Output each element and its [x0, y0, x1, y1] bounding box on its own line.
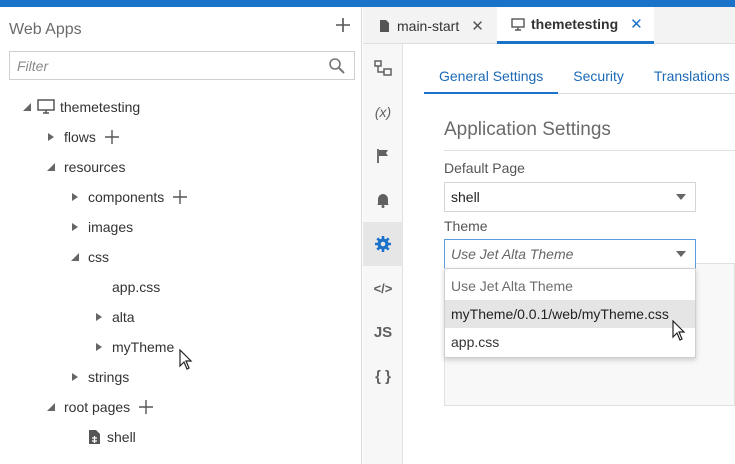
- tree-item-label: root pages: [64, 399, 131, 415]
- theme-select[interactable]: Use Jet Alta Theme: [444, 239, 696, 269]
- collapse-triangle-icon[interactable]: [22, 102, 32, 112]
- tab-translations[interactable]: Translations: [639, 54, 735, 94]
- tab-label: main-start: [397, 17, 460, 34]
- chevron-down-icon[interactable]: [676, 251, 686, 257]
- javascript-button[interactable]: JS: [363, 310, 403, 354]
- actions-button[interactable]: [363, 134, 403, 178]
- tree-item-css[interactable]: css: [70, 246, 109, 268]
- expand-triangle-icon[interactable]: [46, 132, 56, 142]
- tree-item-label: themetesting: [60, 99, 141, 115]
- theme-dropdown-list: Use Jet Alta Theme myTheme/0.0.1/web/myT…: [444, 268, 696, 358]
- editor-tab-bar: main-start ✕ themetesting ✕: [363, 7, 735, 44]
- tree-item-mytheme[interactable]: myTheme: [94, 336, 174, 358]
- expand-triangle-icon[interactable]: [70, 372, 80, 382]
- tree-item-flows[interactable]: flows: [46, 126, 120, 148]
- tree-item-strings[interactable]: strings: [70, 366, 129, 388]
- tree-item-label: flows: [64, 129, 96, 145]
- close-icon[interactable]: ✕: [471, 17, 484, 35]
- tree-item-label: css: [88, 249, 109, 265]
- tree-item-label: alta: [112, 309, 135, 325]
- events-button[interactable]: [363, 178, 403, 222]
- add-component-icon[interactable]: [172, 189, 188, 205]
- tree-item-label: app.css: [112, 279, 161, 295]
- structure-button[interactable]: [363, 46, 403, 90]
- structure-icon: [374, 60, 392, 76]
- top-accent-bar: [0, 0, 735, 7]
- tree-item-components[interactable]: components: [70, 186, 188, 208]
- settings-button[interactable]: [363, 222, 403, 266]
- default-page-value: shell: [451, 189, 480, 205]
- chevron-down-icon[interactable]: [676, 194, 686, 200]
- theme-option-app-css[interactable]: app.css: [445, 328, 695, 356]
- filter-input[interactable]: [10, 52, 310, 79]
- json-button[interactable]: { }: [363, 354, 403, 398]
- tree-item-themetesting[interactable]: themetesting: [22, 96, 140, 118]
- mouse-cursor-icon: [672, 320, 686, 341]
- add-icon[interactable]: [333, 15, 353, 35]
- theme-option-jet-alta[interactable]: Use Jet Alta Theme: [445, 272, 695, 300]
- tab-general-settings[interactable]: General Settings: [424, 54, 559, 94]
- theme-option-mytheme[interactable]: myTheme/0.0.1/web/myTheme.css: [445, 300, 695, 328]
- tree-item-app-css[interactable]: app.css: [112, 276, 160, 298]
- gear-icon: [375, 236, 391, 252]
- default-page-select[interactable]: shell: [444, 182, 696, 212]
- tree-item-shell[interactable]: shell: [88, 426, 136, 448]
- mouse-cursor-icon: [179, 349, 193, 370]
- source-button[interactable]: </>: [363, 266, 403, 310]
- tab-security[interactable]: Security: [558, 54, 639, 94]
- web-apps-navigator: Web Apps themetesting flows resources co…: [0, 7, 362, 464]
- collapse-triangle-icon[interactable]: [46, 402, 56, 412]
- code-icon: </>: [373, 280, 393, 296]
- expand-triangle-icon[interactable]: [70, 222, 80, 232]
- tab-main-start[interactable]: main-start ✕: [363, 7, 496, 44]
- monitor-icon: [37, 99, 55, 114]
- filter-field[interactable]: [9, 51, 355, 80]
- tree-item-label: strings: [88, 369, 130, 385]
- tree-item-root-pages[interactable]: root pages: [46, 396, 154, 418]
- add-flow-icon[interactable]: [104, 129, 120, 145]
- tab-label: themetesting: [531, 16, 619, 32]
- search-icon[interactable]: [328, 57, 346, 75]
- collapse-triangle-icon[interactable]: [70, 252, 80, 262]
- monitor-icon: [511, 17, 525, 31]
- js-icon: JS: [373, 323, 393, 341]
- expand-triangle-icon[interactable]: [94, 342, 104, 352]
- flag-icon: [377, 149, 388, 163]
- json-icon: { }: [375, 367, 391, 385]
- settings-subtabs: General Settings Security Translations: [424, 54, 735, 94]
- tree-item-label: shell: [107, 429, 136, 445]
- tree-item-label: images: [88, 219, 134, 235]
- expand-triangle-icon[interactable]: [70, 192, 80, 202]
- tab-themetesting[interactable]: themetesting ✕: [497, 7, 654, 44]
- default-page-label: Default Page: [444, 160, 525, 176]
- theme-value: Use Jet Alta Theme: [451, 246, 574, 262]
- section-divider: [444, 150, 735, 151]
- add-page-icon[interactable]: [138, 399, 154, 415]
- page-file-icon: [89, 430, 100, 444]
- tree-item-images[interactable]: images: [70, 216, 133, 238]
- tree-item-label: resources: [64, 159, 126, 175]
- file-icon: [380, 19, 389, 32]
- designer-tool-rail: (x) </> JS { }: [363, 44, 403, 464]
- navigator-title: Web Apps: [9, 21, 82, 38]
- section-title: Application Settings: [444, 119, 611, 140]
- tree-item-resources[interactable]: resources: [46, 156, 125, 178]
- variables-button[interactable]: (x): [363, 90, 403, 134]
- theme-label: Theme: [444, 218, 488, 234]
- tree-item-label: myTheme: [112, 339, 175, 355]
- close-icon[interactable]: ✕: [630, 15, 643, 33]
- tree-item-alta[interactable]: alta: [94, 306, 135, 328]
- variables-icon: (x): [374, 104, 392, 120]
- expand-triangle-icon[interactable]: [94, 312, 104, 322]
- tree-item-label: components: [88, 189, 165, 205]
- bell-icon: [377, 194, 389, 208]
- collapse-triangle-icon[interactable]: [46, 162, 56, 172]
